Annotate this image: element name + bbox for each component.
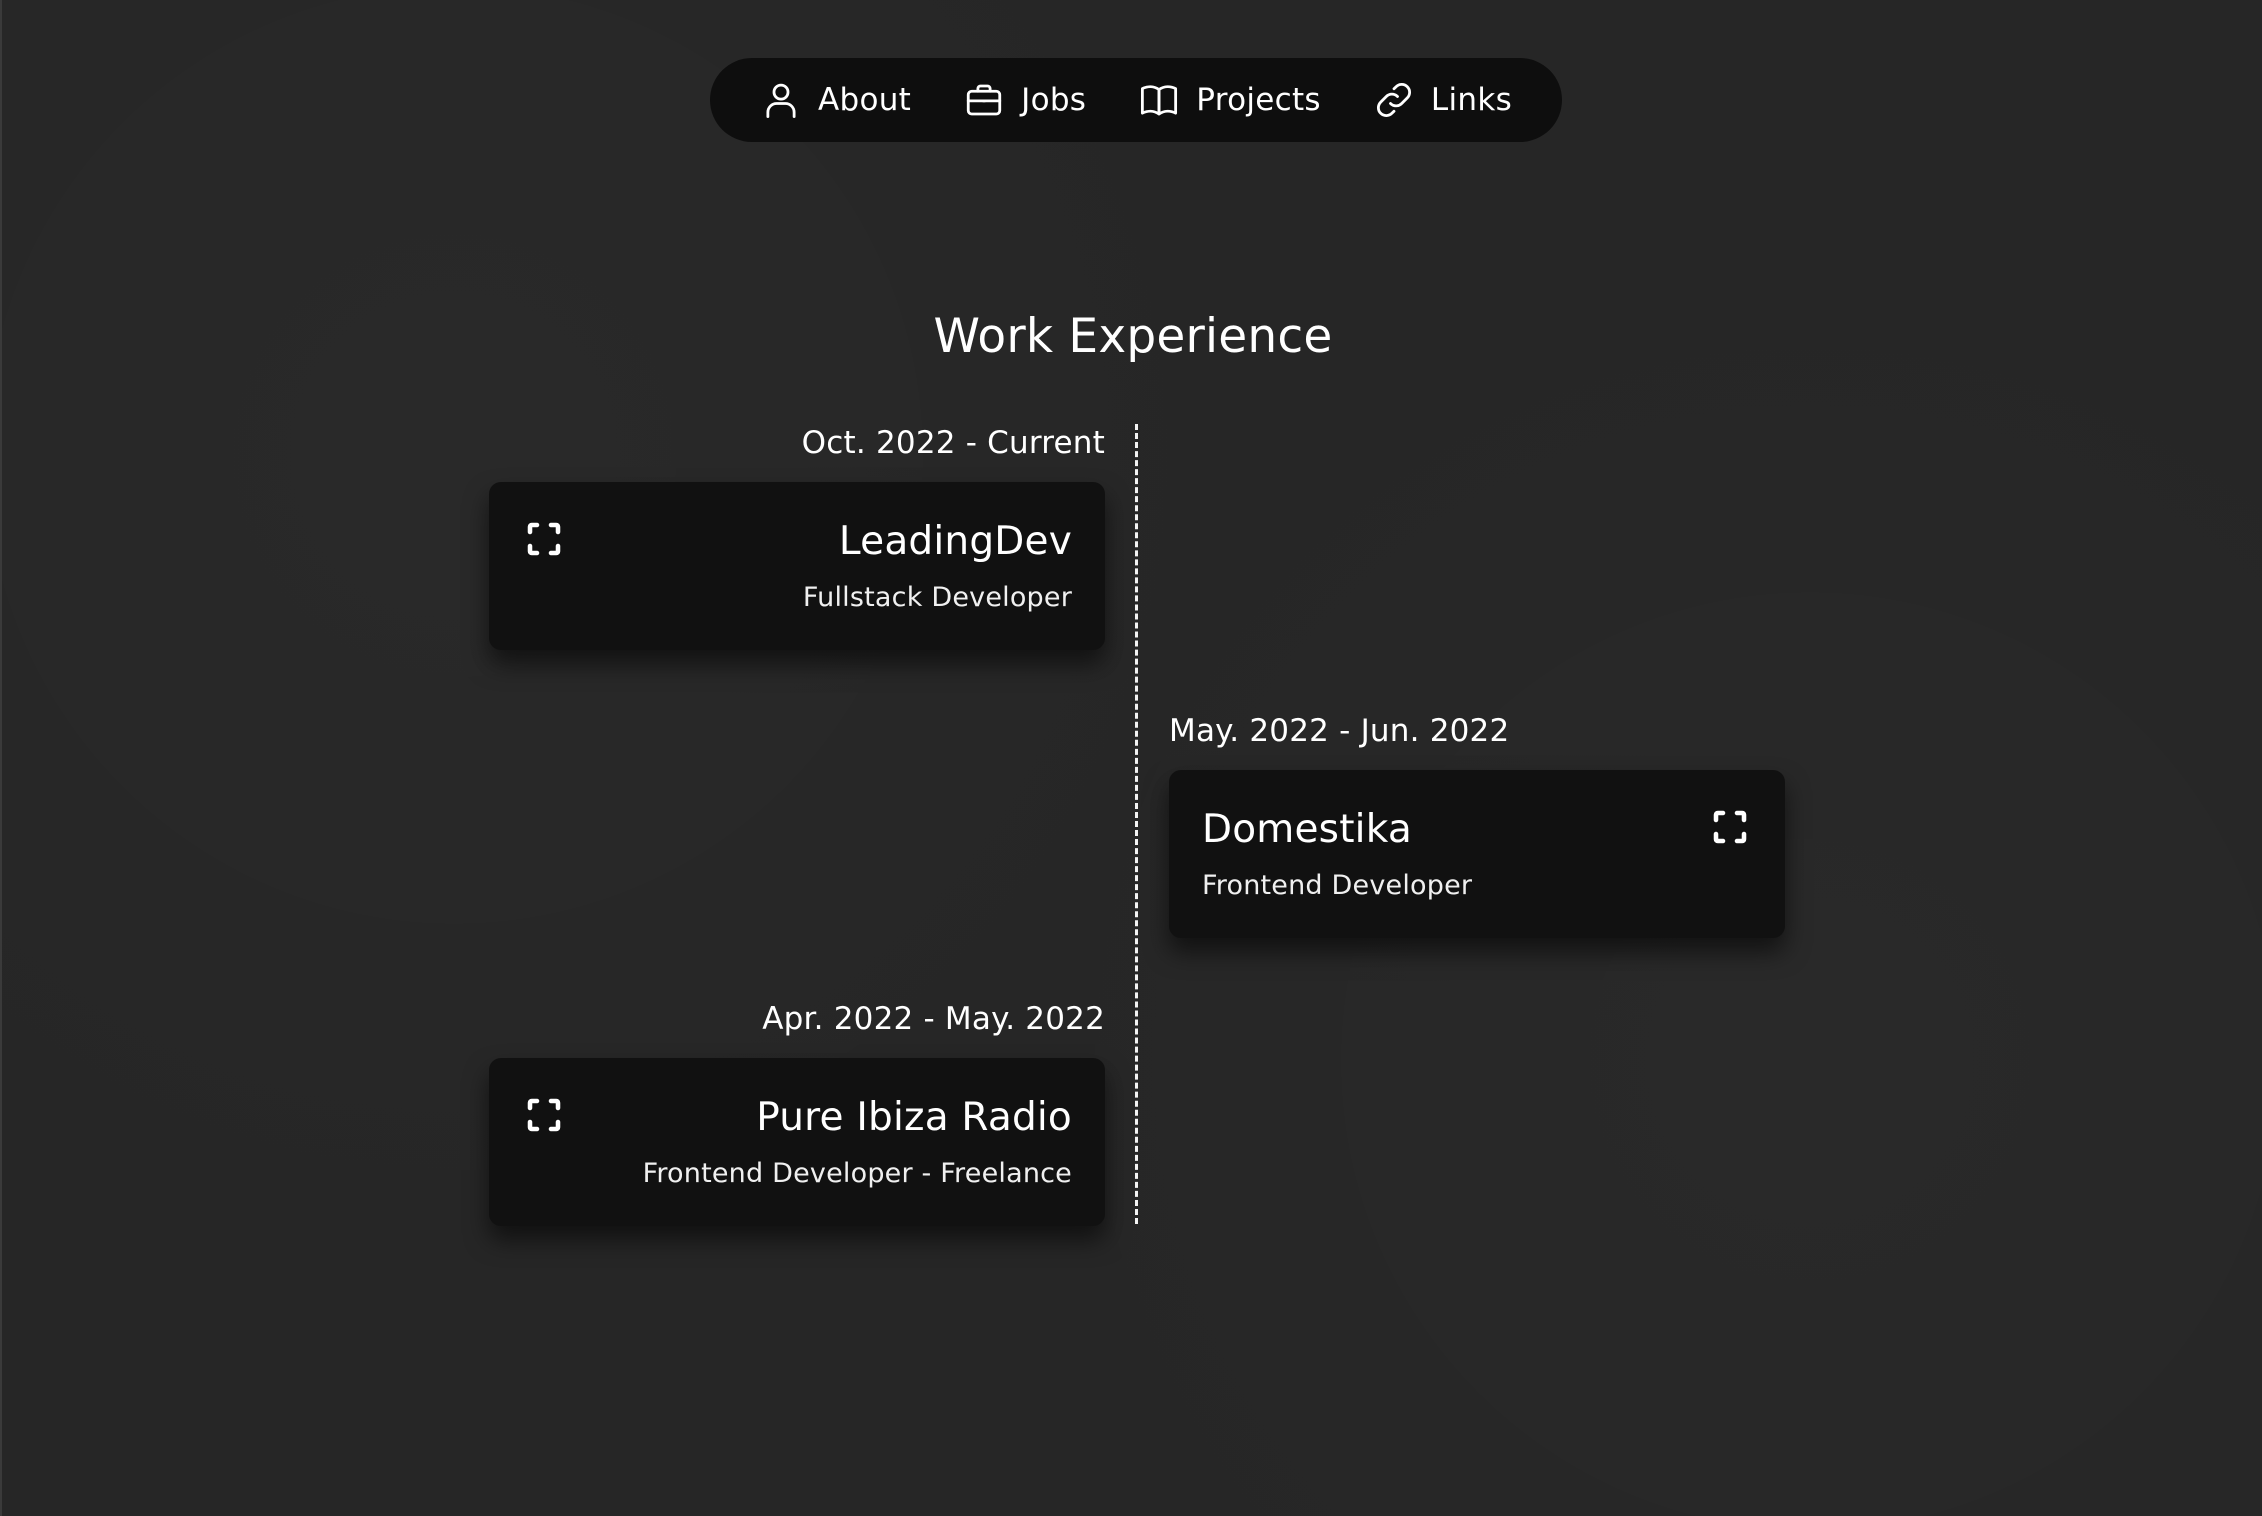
job-role: Frontend Developer — [1202, 870, 1473, 901]
expand-icon[interactable] — [523, 1094, 565, 1136]
nav-item-links-label: Links — [1430, 82, 1513, 118]
nav-item-jobs-label: Jobs — [1021, 82, 1087, 118]
page-title: Work Experience — [933, 309, 1333, 365]
job-date: Oct. 2022 - Current — [801, 425, 1105, 461]
job-date: Apr. 2022 - May. 2022 — [762, 1001, 1105, 1037]
nav-item-about-label: About — [817, 82, 912, 118]
job-date: May. 2022 - Jun. 2022 — [1169, 713, 1510, 749]
nav-item-links[interactable]: Links — [1373, 79, 1512, 121]
nav-item-projects[interactable]: Projects — [1138, 79, 1321, 121]
nav-item-jobs[interactable]: Jobs — [963, 79, 1086, 121]
expand-icon[interactable] — [1709, 806, 1751, 848]
job-role: Frontend Developer - Freelance — [642, 1158, 1072, 1189]
page: About Jobs Projects Links Work Experienc… — [0, 0, 2262, 1516]
top-navigation: About Jobs Projects Links — [710, 58, 1562, 142]
company-name: Pure Ibiza Radio — [756, 1095, 1072, 1140]
job-card[interactable]: Pure Ibiza Radio Frontend Developer - Fr… — [489, 1058, 1105, 1226]
nav-item-about[interactable]: About — [760, 79, 911, 121]
expand-icon[interactable] — [523, 518, 565, 560]
user-icon — [766, 83, 796, 119]
job-role: Fullstack Developer — [802, 582, 1072, 613]
job-card[interactable]: LeadingDev Fullstack Developer — [489, 482, 1105, 650]
link-icon — [1376, 83, 1411, 117]
book-icon — [1141, 85, 1178, 116]
timeline-entry: Apr. 2022 - May. 2022 Pure Ibiza Radio F… — [489, 998, 1105, 1226]
job-card[interactable]: Domestika Frontend Developer — [1169, 770, 1785, 938]
timeline-entry: Oct. 2022 - Current LeadingDev Fullstack… — [489, 422, 1105, 650]
nav-item-projects-label: Projects — [1196, 82, 1321, 118]
company-name: Domestika — [1202, 807, 1412, 852]
timeline-line — [1135, 424, 1138, 1224]
briefcase-icon — [966, 84, 1002, 116]
timeline-entry: May. 2022 - Jun. 2022 Domestika Frontend… — [1169, 710, 1785, 938]
company-name: LeadingDev — [838, 519, 1072, 564]
